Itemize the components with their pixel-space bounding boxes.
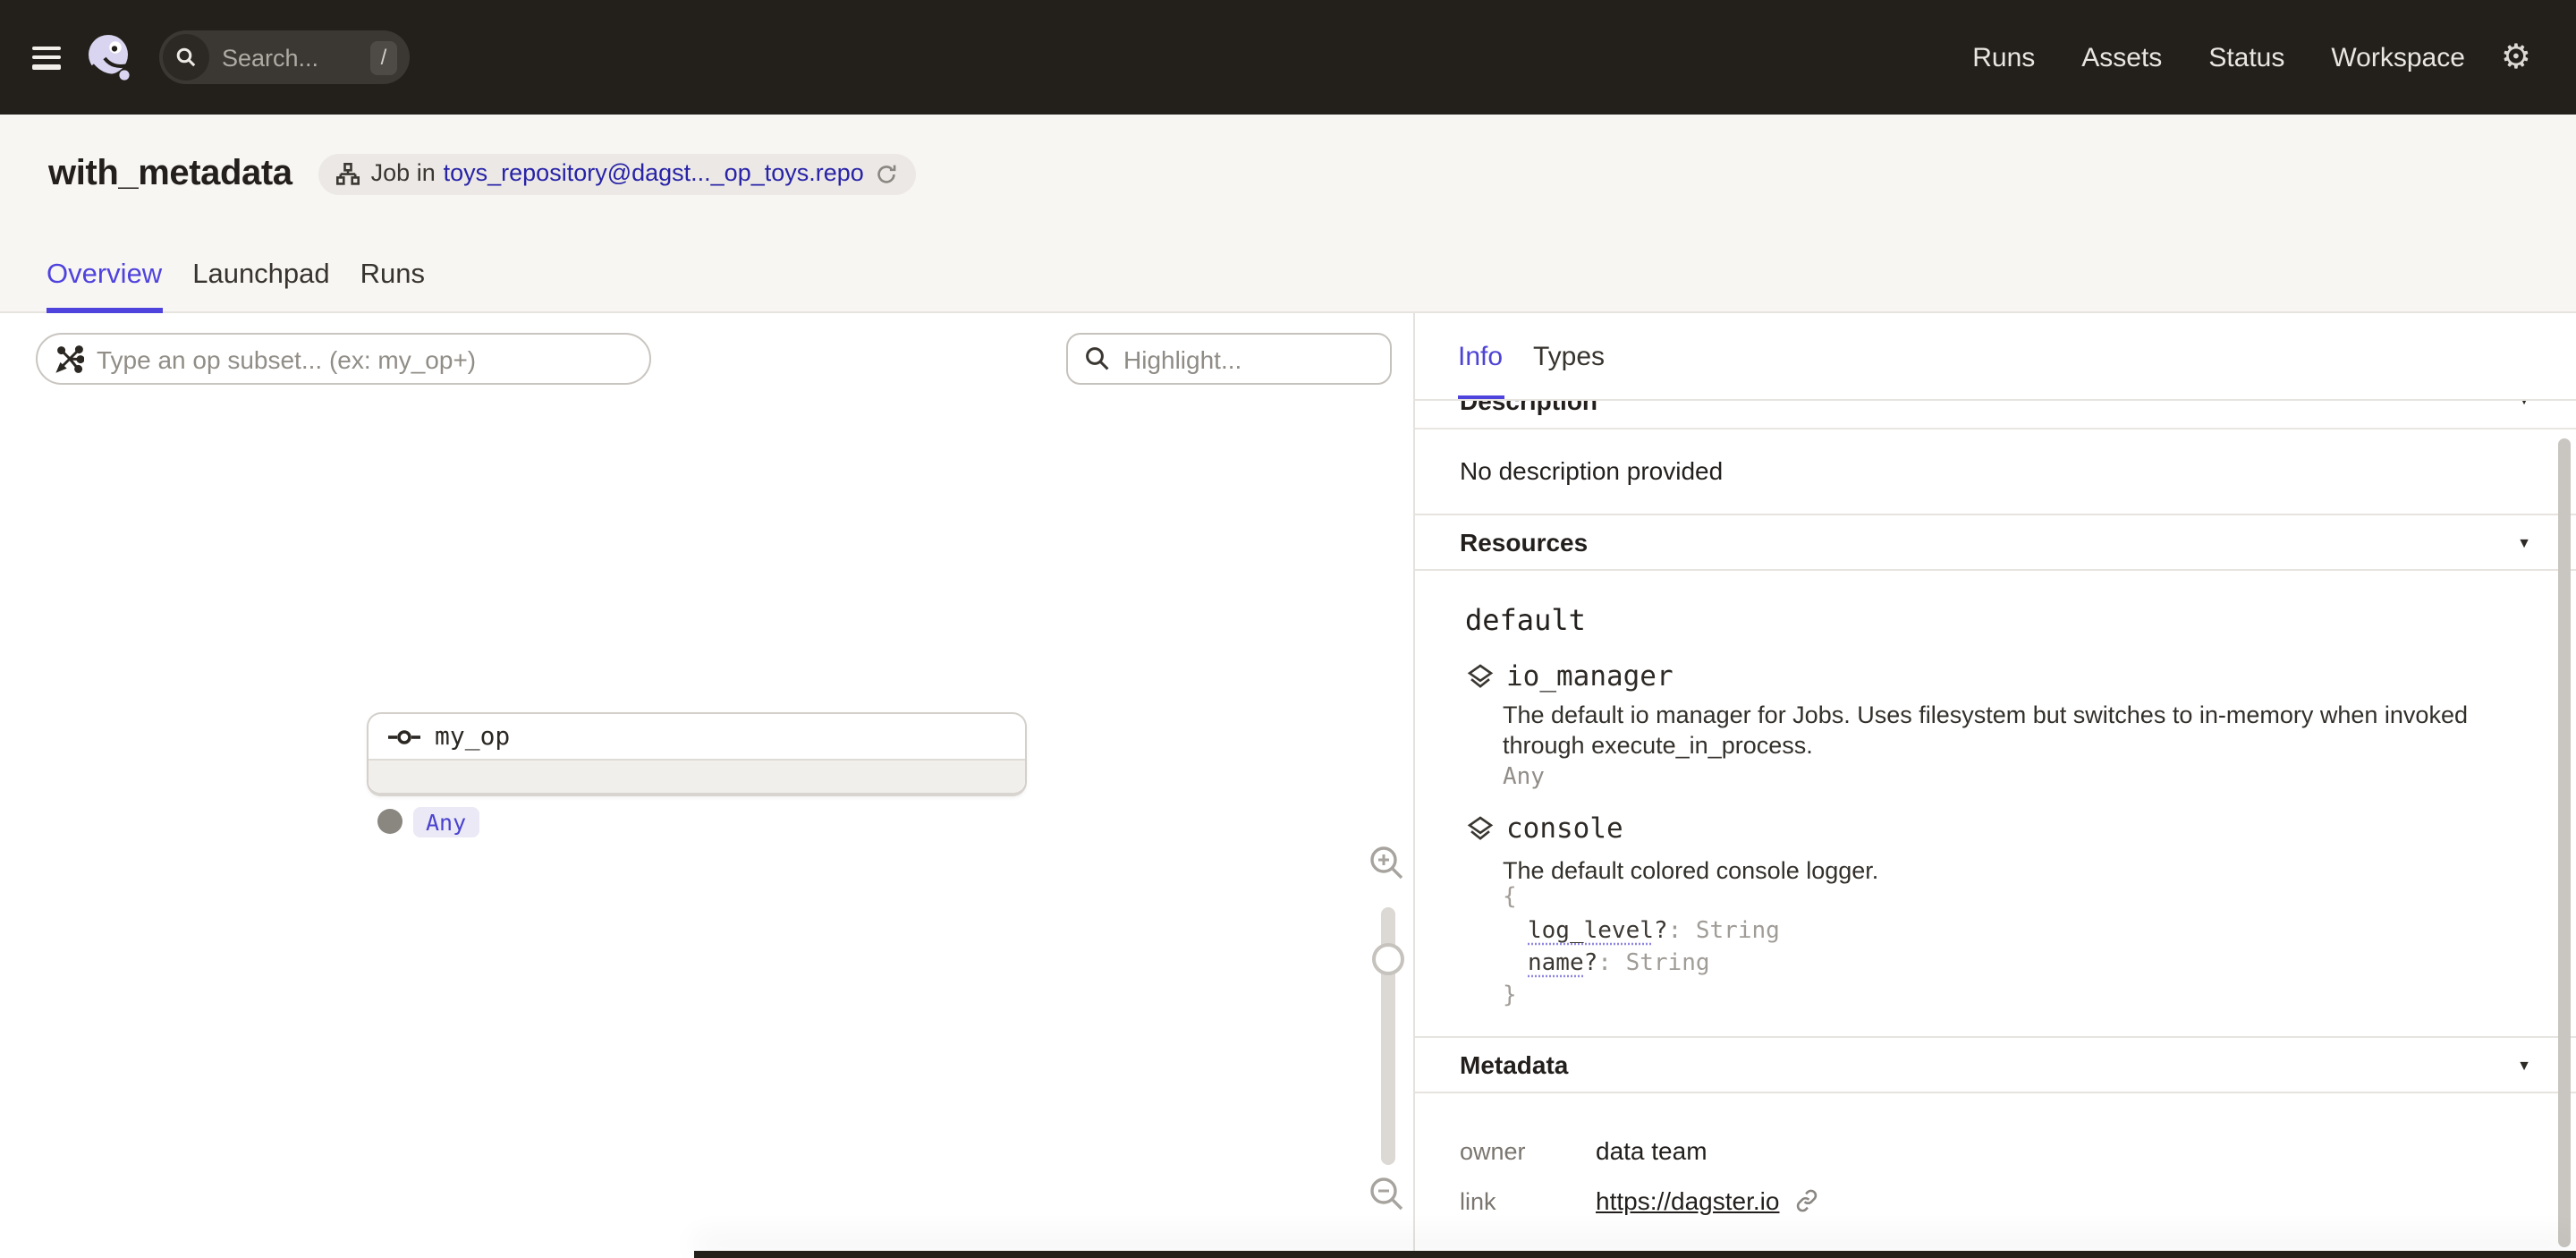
link-icon (1793, 1188, 1818, 1213)
section-header-metadata[interactable]: Metadata ▼ (1415, 1036, 2576, 1093)
resource-description: The default io manager for Jobs. Uses fi… (1503, 700, 2513, 761)
config-brace-open: { (1503, 884, 1517, 911)
global-search-input[interactable]: Search... / (159, 30, 410, 84)
main-content: Type an op subset... (ex: my_op+) Highli… (0, 313, 2576, 1258)
info-sidebar-panel: Info Types Description ▼ No description … (1415, 313, 2576, 1258)
resource-description: The default colored console logger. (1503, 855, 2513, 887)
nav-item-assets[interactable]: Assets (2081, 42, 2162, 72)
metadata-key: link (1460, 1188, 1496, 1215)
page-title: with_metadata (48, 153, 292, 194)
output-port-dot (377, 809, 402, 834)
op-subset-placeholder: Type an op subset... (ex: my_op+) (97, 344, 476, 373)
op-node-body (369, 761, 1025, 793)
config-key[interactable]: name (1528, 950, 1584, 977)
config-brace-close: } (1503, 982, 1517, 1009)
reload-icon[interactable] (875, 162, 898, 185)
section-description-clip: Description ▼ (1415, 401, 2576, 428)
op-graph-canvas[interactable]: Type an op subset... (ex: my_op+) Highli… (0, 313, 1413, 1258)
config-key[interactable]: log_level (1528, 918, 1654, 945)
top-nav-links: Runs Assets Status Workspace ⚙ (1972, 40, 2576, 74)
page-tabs: Overview Launchpad Runs (47, 259, 425, 313)
job-icon (337, 162, 360, 185)
resource-type: Any (1503, 764, 1545, 791)
op-icon (388, 727, 420, 745)
chevron-down-icon: ▼ (2517, 1057, 2531, 1073)
highlight-input[interactable]: Highlight... (1066, 333, 1392, 385)
op-subset-input[interactable]: Type an op subset... (ex: my_op+) (36, 333, 651, 385)
tab-overview[interactable]: Overview (47, 259, 162, 313)
nav-item-runs[interactable]: Runs (1972, 42, 2035, 72)
op-selector-icon (55, 344, 84, 373)
divider-line (1415, 428, 2576, 429)
description-body: No description provided (1460, 456, 1723, 485)
resource-name: io_manager (1506, 660, 1674, 693)
highlight-placeholder: Highlight... (1123, 344, 1241, 373)
metadata-title: Metadata (1460, 1050, 1568, 1079)
highlight-search-icon (1084, 345, 1111, 372)
description-title: Description (1460, 401, 1597, 414)
nav-item-status[interactable]: Status (2208, 42, 2284, 72)
config-type: : String (1597, 950, 1709, 977)
dagster-logo-icon[interactable] (84, 32, 134, 82)
layers-icon (1467, 663, 1494, 690)
tab-types[interactable]: Types (1533, 313, 1605, 401)
metadata-key: owner (1460, 1138, 1526, 1165)
panel-scrollbar[interactable] (2558, 438, 2571, 1247)
section-header-resources[interactable]: Resources ▼ (1415, 514, 2576, 571)
section-header-description[interactable]: Description ▼ (1415, 401, 2576, 428)
layers-icon (1467, 815, 1494, 842)
config-optional-mark: ? (1654, 918, 1668, 945)
resource-io-manager: io_manager (1467, 660, 1674, 693)
resource-group-name: default (1465, 603, 1586, 637)
chevron-down-icon: ▼ (2517, 401, 2531, 408)
tab-launchpad[interactable]: Launchpad (192, 259, 329, 313)
search-shortcut-key: / (370, 40, 397, 74)
chevron-down-icon: ▼ (2517, 534, 2531, 550)
job-badge-prefix: Job in (371, 159, 436, 186)
settings-gear-icon[interactable]: ⚙ (2501, 40, 2531, 74)
tab-runs[interactable]: Runs (360, 259, 425, 313)
zoom-slider-handle[interactable] (1372, 943, 1404, 975)
config-field: log_level?: String (1528, 918, 1780, 945)
zoom-in-icon[interactable] (1367, 843, 1410, 886)
search-icon (163, 34, 209, 81)
op-node-my-op[interactable]: my_op (367, 712, 1027, 796)
op-node-name: my_op (435, 722, 510, 751)
config-field: name?: String (1528, 950, 1710, 977)
bottom-window-edge (694, 1251, 2576, 1258)
sidebar-tabs: Info Types (1415, 313, 2576, 401)
config-optional-mark: ? (1584, 950, 1598, 977)
dagster-app: Search... / Runs Assets Status Workspace… (0, 0, 2576, 1258)
job-location-badge: Job in toys_repository@dagst..._op_toys.… (319, 153, 916, 194)
top-navigation-bar: Search... / Runs Assets Status Workspace… (0, 0, 2576, 115)
output-type-badge[interactable]: Any (413, 807, 479, 837)
config-type: : String (1668, 918, 1780, 945)
active-tab-underline (1458, 395, 1504, 399)
page-header: with_metadata Job in toys_repository@dag… (0, 115, 2576, 313)
repository-link[interactable]: toys_repository@dagst..._op_toys.repo (444, 159, 864, 186)
nav-item-workspace[interactable]: Workspace (2331, 42, 2465, 72)
tab-info[interactable]: Info (1458, 313, 1503, 401)
resource-name: console (1506, 812, 1623, 845)
metadata-link-row: https://dagster.io (1596, 1186, 1818, 1215)
resource-console: console (1467, 812, 1623, 845)
resources-title: Resources (1460, 528, 1588, 557)
hamburger-menu-icon[interactable] (32, 46, 61, 69)
search-placeholder: Search... (222, 44, 318, 71)
zoom-out-icon[interactable] (1367, 1174, 1410, 1217)
metadata-link[interactable]: https://dagster.io (1596, 1186, 1779, 1215)
metadata-value: data team (1596, 1136, 1707, 1165)
